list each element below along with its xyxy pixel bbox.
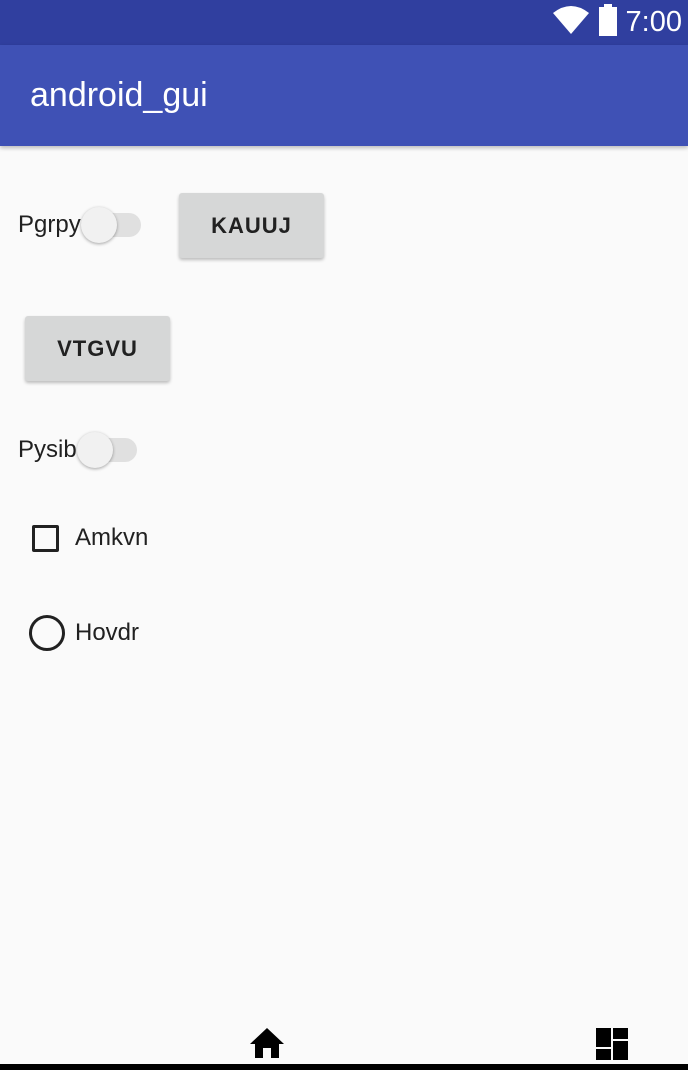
- status-icons: 7:00: [552, 0, 682, 45]
- hovdr-radio-row[interactable]: Hovdr: [29, 615, 139, 651]
- vtgvu-button[interactable]: VTGVU: [25, 316, 170, 381]
- home-icon[interactable]: [249, 1027, 285, 1064]
- nav-bar-edge: [0, 1064, 688, 1070]
- switch-thumb: [76, 432, 113, 468]
- pgrpy-switch[interactable]: [80, 205, 141, 245]
- status-time: 7:00: [625, 6, 682, 38]
- switch-label: Pgrpy: [18, 211, 81, 238]
- amkvn-checkbox[interactable]: [32, 524, 59, 552]
- pysib-switch[interactable]: [76, 430, 137, 470]
- checkbox-label: Amkvn: [75, 524, 149, 551]
- nav-bar: [0, 1010, 688, 1070]
- app-title: android_gui: [30, 76, 208, 114]
- switch-row-pysib: Pysib: [18, 430, 137, 470]
- battery-icon: [598, 4, 618, 41]
- amkvn-checkbox-row[interactable]: Amkvn: [32, 524, 148, 552]
- dashboard-icon[interactable]: [595, 1027, 629, 1066]
- switch-row-pgrpy: Pgrpy: [18, 205, 141, 245]
- wifi-icon: [552, 5, 590, 40]
- radio-label: Hovdr: [75, 619, 140, 646]
- kauuj-button[interactable]: KAUUJ: [179, 193, 324, 258]
- status-bar: 7:00: [0, 0, 688, 45]
- app-bar: android_gui: [0, 45, 688, 146]
- switch-label: Pysib: [18, 436, 77, 463]
- switch-thumb: [80, 207, 117, 243]
- hovdr-radio[interactable]: [29, 615, 65, 651]
